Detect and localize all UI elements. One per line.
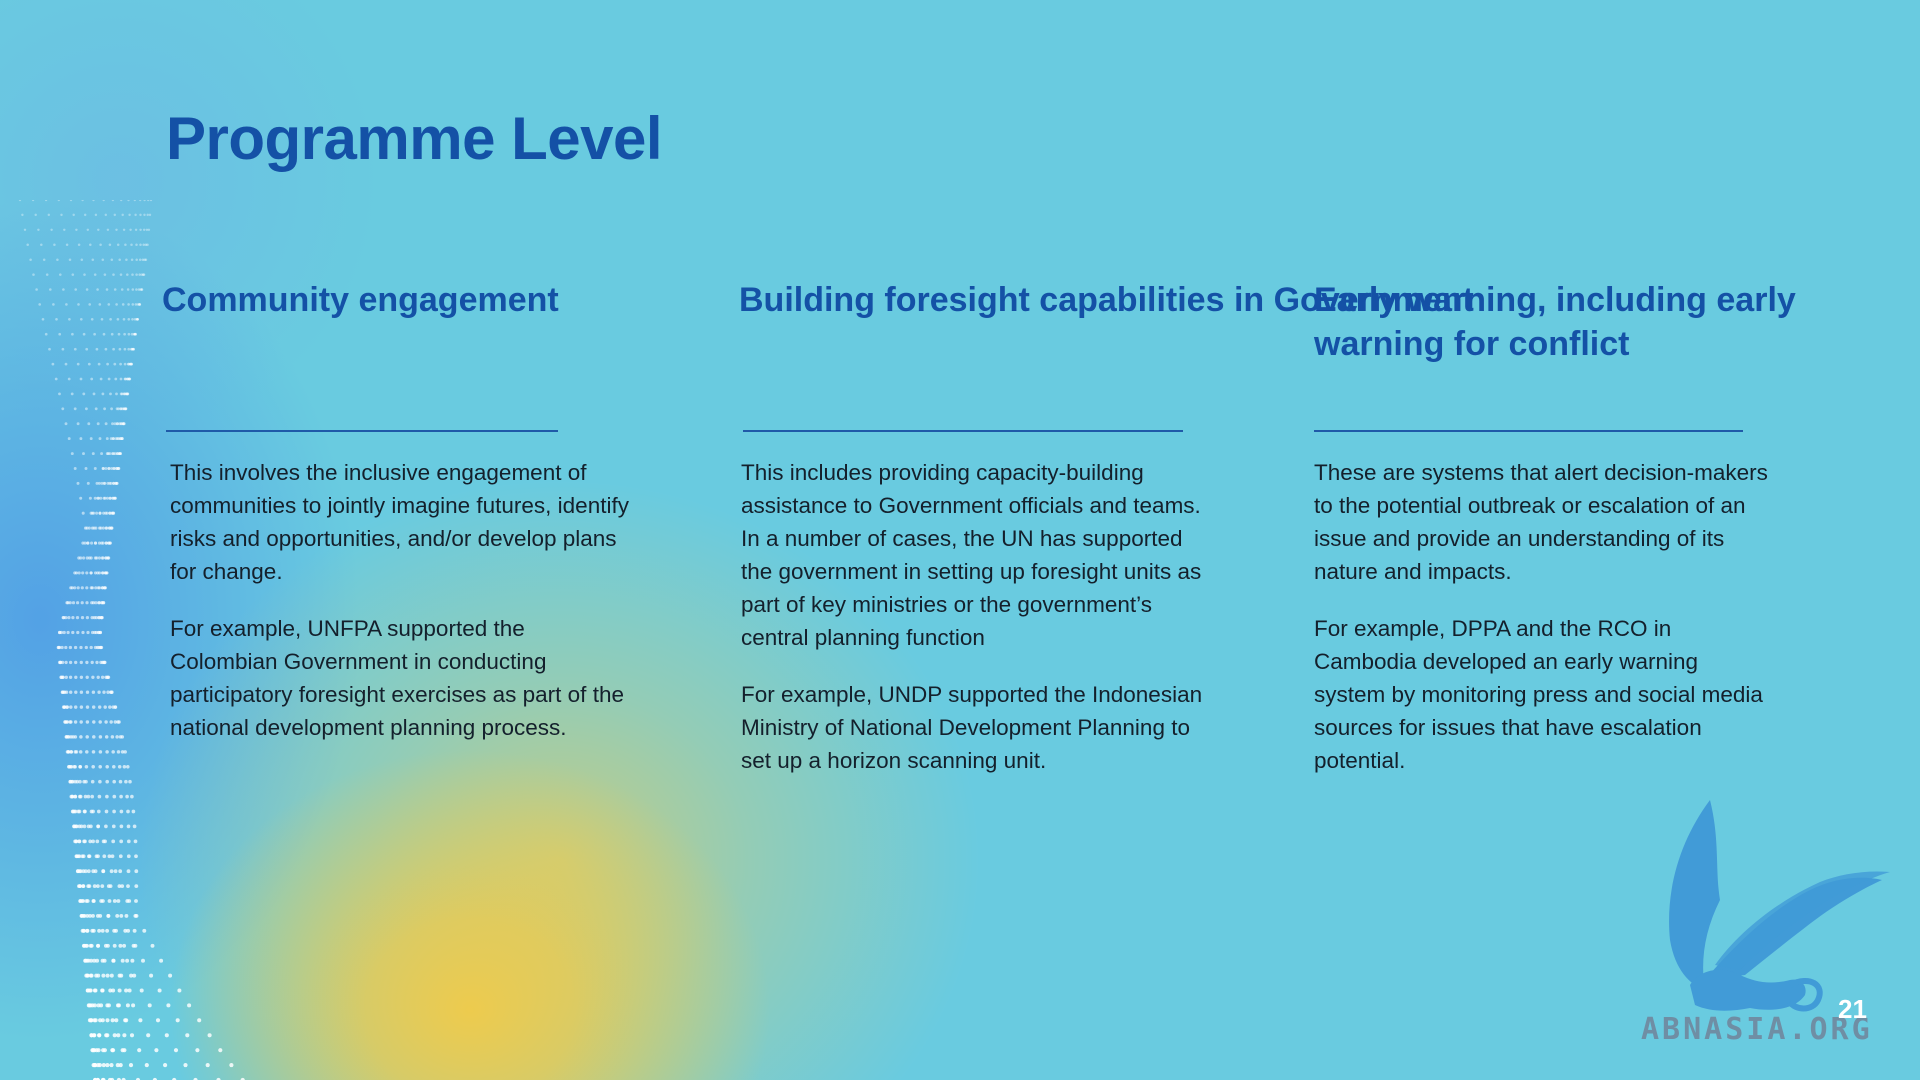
divider xyxy=(166,430,558,432)
divider xyxy=(1314,430,1743,432)
column-paragraph: For example, DPPA and the RCO in Cambodi… xyxy=(1314,616,1763,773)
column-body: This involves the inclusive engagement o… xyxy=(170,456,630,768)
page-title: Programme Level xyxy=(166,105,663,172)
column-early-warning: Early warning, including early warning f… xyxy=(1314,278,1920,773)
column-community-engagement: Community engagement This involves the i… xyxy=(162,278,629,740)
column-heading: Early warning, including early warning f… xyxy=(1314,281,1796,363)
page-number: 21 xyxy=(1838,994,1867,1024)
column-paragraph: For example, UNFPA supported the Colombi… xyxy=(170,616,624,740)
column-paragraph: These are systems that alert decision-ma… xyxy=(1314,460,1768,584)
column-heading: Community engagement xyxy=(162,281,559,319)
column-body: This includes providing capacity-buildin… xyxy=(741,456,1211,801)
column-paragraph: For example, UNDP supported the Indonesi… xyxy=(741,682,1203,773)
divider xyxy=(743,430,1183,432)
column-body: These are systems that alert decision-ma… xyxy=(1314,456,1774,801)
griffin-logo-icon xyxy=(1669,800,1890,1012)
column-paragraph: This involves the inclusive engagement o… xyxy=(170,460,629,584)
column-paragraph: This includes providing capacity-buildin… xyxy=(741,460,1202,650)
